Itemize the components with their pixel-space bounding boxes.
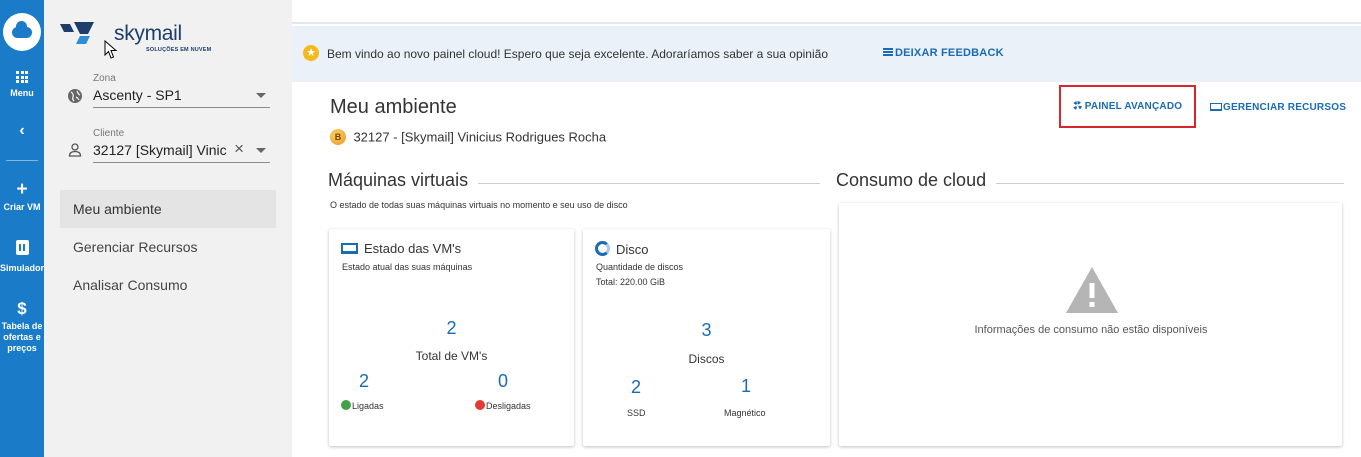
- vm-off-status: Desligadas: [475, 400, 531, 411]
- client-name: 32127 - [Skymail] Vinicius Rodrigues Roc…: [353, 129, 607, 145]
- sidebar-nav: Meu ambiente Gerenciar Recursos Analisar…: [60, 190, 276, 304]
- vm-total-label: Total de VM's: [415, 349, 488, 363]
- manage-resources-label: GERENCIAR RECURSOS: [1223, 102, 1347, 113]
- gear-icon: [1072, 101, 1082, 110]
- simulator-button[interactable]: Simulador: [0, 240, 44, 274]
- pricing-label-2: ofertas e: [3, 332, 41, 342]
- zone-underline: [93, 107, 270, 108]
- feedback-icon: [883, 48, 893, 56]
- skymail-logo-icon: [60, 22, 94, 44]
- welcome-text: Bem vindo ao novo painel cloud! Espero q…: [327, 47, 828, 61]
- sidebar-item-meu-ambiente[interactable]: Meu ambiente: [60, 190, 276, 228]
- feedback-link[interactable]: DEIXAR FEEDBACK: [883, 47, 1004, 59]
- client-badge-icon: B: [330, 128, 346, 145]
- chevron-left-icon: ‹: [19, 122, 25, 139]
- manage-resources-button[interactable]: GERENCIAR RECURSOS: [1210, 102, 1346, 113]
- vm-on-status: Ligadas: [341, 400, 384, 411]
- disk-title: Disco: [616, 242, 649, 257]
- welcome-banner: ★ Bem vindo ao novo painel cloud! Espero…: [292, 26, 1361, 82]
- create-vm-button[interactable]: + Criar VM: [0, 179, 44, 213]
- consumption-section-title: Consumo de cloud: [836, 170, 997, 191]
- client-select[interactable]: Cliente 32127 [Skymail] Viniciu ×: [67, 128, 270, 163]
- page-title: Meu ambiente: [330, 96, 457, 118]
- advanced-panel-label: PAINEL AVANÇADO: [1084, 101, 1183, 112]
- vm-off-value: 0: [497, 371, 508, 391]
- pricing-table-button[interactable]: $ Tabela de ofertas e preços: [0, 300, 44, 354]
- zone-label: Zona: [93, 73, 116, 84]
- collapse-button[interactable]: ‹: [0, 122, 44, 143]
- magnetic-label: Magnético: [724, 408, 766, 418]
- client-label: Cliente: [93, 128, 125, 139]
- create-vm-label: Criar VM: [3, 202, 41, 212]
- brand-logo[interactable]: skymail SOLUÇÕES EM NUVEM: [60, 18, 220, 60]
- apps-grid-icon: [16, 71, 28, 83]
- pricing-label-3: preços: [7, 343, 37, 353]
- ssd-label: SSD: [627, 408, 646, 418]
- person-icon: [68, 143, 82, 157]
- vms-section-title: Máquinas virtuais: [328, 170, 479, 191]
- globe-icon: [68, 89, 82, 103]
- simulator-label: Simulador: [0, 263, 45, 273]
- magnetic-value: 1: [740, 376, 751, 396]
- vms-section-subtitle: O estado de todas suas máquinas virtuais…: [330, 200, 628, 210]
- vm-state-subtitle: Estado atual das suas máquinas: [342, 262, 473, 272]
- disk-subtitle-count: Quantidade de discos: [596, 262, 684, 272]
- disk-total-value: 3: [701, 320, 712, 340]
- green-status-icon: [341, 400, 351, 410]
- vm-state-title-row: Estado das VM's: [341, 241, 461, 256]
- menu-button[interactable]: Menu: [0, 66, 44, 99]
- vm-state-card: Estado das VM's Estado atual das suas má…: [329, 229, 574, 446]
- calculator-icon: [15, 240, 29, 255]
- consumption-empty-message: Informações de consumo não estão disponí…: [974, 324, 1208, 336]
- vm-on-label: Ligadas: [352, 401, 384, 411]
- ssd-value: 2: [630, 377, 641, 397]
- clear-icon[interactable]: ×: [234, 140, 244, 157]
- feedback-label: DEIXAR FEEDBACK: [895, 47, 1004, 59]
- laptop-icon: [341, 243, 358, 254]
- advanced-panel-button[interactable]: PAINEL AVANÇADO: [1059, 85, 1196, 128]
- top-bar: [292, 0, 1361, 24]
- sidebar-item-gerenciar-recursos[interactable]: Gerenciar Recursos: [60, 228, 276, 266]
- disk-card: Disco Quantidade de discos Total: 220.00…: [583, 229, 830, 446]
- mouse-cursor-icon: [104, 40, 118, 59]
- chevron-down-icon: [256, 93, 266, 98]
- donut-chart-icon: [595, 241, 610, 256]
- disk-total-label: Discos: [688, 352, 725, 366]
- red-status-icon: [475, 400, 485, 410]
- plus-icon: +: [16, 179, 28, 200]
- star-icon: ★: [303, 45, 319, 61]
- vm-off-label: Desligadas: [486, 401, 531, 411]
- vm-on-value: 2: [358, 371, 369, 391]
- zone-select[interactable]: Zona Ascenty - SP1: [67, 73, 270, 108]
- chevron-down-icon: [256, 148, 266, 153]
- consumption-card: Informações de consumo não estão disponí…: [839, 203, 1342, 446]
- vm-total-value: 2: [446, 318, 457, 338]
- menu-label: Menu: [10, 88, 34, 98]
- disk-title-row: Disco: [595, 241, 649, 257]
- client-info: B 32127 - [Skymail] Vinicius Rodrigues R…: [330, 128, 606, 146]
- client-value: 32127 [Skymail] Viniciu: [93, 142, 227, 158]
- brand-tagline: SOLUÇÕES EM NUVEM: [146, 47, 212, 53]
- dollar-icon: $: [17, 299, 27, 318]
- vm-state-title: Estado das VM's: [364, 241, 462, 256]
- client-underline: [93, 162, 270, 163]
- main-content: ★ Bem vindo ao novo painel cloud! Espero…: [292, 0, 1361, 457]
- rail-divider: [6, 160, 38, 161]
- app-rail: Menu ‹ + Criar VM Simulador $ Tabela de …: [0, 0, 44, 457]
- sidebar: skymail SOLUÇÕES EM NUVEM Zona Ascenty -…: [44, 0, 292, 457]
- sidebar-item-analisar-consumo[interactable]: Analisar Consumo: [60, 266, 276, 304]
- laptop-icon: [1210, 103, 1222, 111]
- brand-name: skymail: [114, 22, 182, 45]
- disk-subtitle-total: Total: 220.00 GiB: [596, 277, 666, 287]
- cloud-logo-icon[interactable]: [3, 13, 41, 51]
- pricing-label-1: Tabela de: [1, 321, 43, 331]
- zone-value: Ascenty - SP1: [93, 87, 182, 103]
- warning-icon: [1066, 267, 1118, 313]
